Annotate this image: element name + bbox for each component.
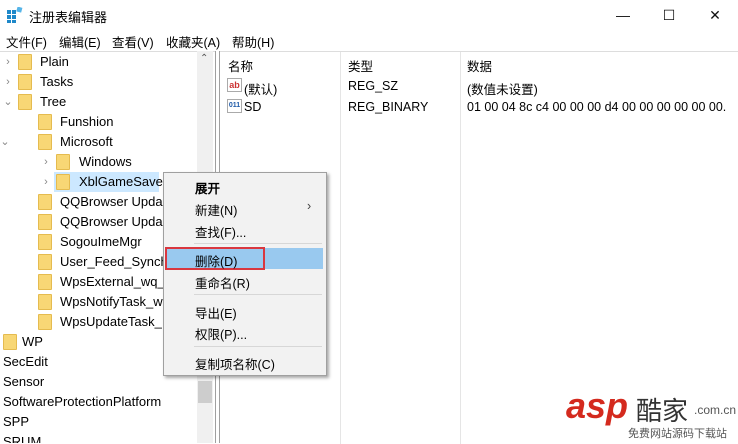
scroll-up-icon[interactable]: ⌃: [200, 53, 208, 64]
value-type: REG_SZ: [348, 79, 399, 93]
tree-node-label: WpsUpdateTask_: [60, 314, 162, 329]
maximize-button[interactable]: ☐: [646, 0, 692, 30]
menu-item-export[interactable]: 导出(E): [195, 303, 237, 322]
tree-node-label: Microsoft: [60, 134, 113, 149]
menu-separator: [194, 243, 322, 244]
folder-icon: [38, 194, 52, 210]
tree-node[interactable]: SPP: [0, 412, 197, 432]
tree-node[interactable]: › Windows: [0, 152, 197, 172]
menu-item-copy-key-name[interactable]: 复制项名称(C): [195, 354, 275, 373]
menu-separator: [194, 294, 322, 295]
tree-node-label: WpsExternal_wq_: [60, 274, 165, 289]
folder-icon: [18, 54, 32, 70]
value-data: (数值未设置): [467, 83, 538, 97]
folder-icon: [18, 94, 32, 110]
tree-node-label: SoftwareProtectionPlatform: [3, 394, 162, 409]
folder-icon: [38, 134, 52, 150]
chevron-right-icon[interactable]: ›: [41, 172, 51, 192]
tree-node[interactable]: › Tasks: [0, 72, 197, 92]
menu-file[interactable]: 文件(F): [6, 32, 47, 51]
tree-node[interactable]: SoftwareProtectionPlatform: [0, 392, 197, 412]
tree-node-label: XblGameSave: [79, 174, 163, 189]
tree-node-label: WpsNotifyTask_w: [60, 294, 163, 309]
close-button[interactable]: ✕: [692, 0, 738, 30]
menu-item-find[interactable]: 查找(F)...: [195, 222, 246, 241]
tree-node-label: QQBrowser Upda: [60, 214, 163, 229]
watermark-logo: asp 酷家 .com.cn 免费网站源码下载站: [566, 385, 737, 440]
chevron-right-icon[interactable]: ›: [41, 152, 51, 172]
tree-node-label: SRUM: [3, 434, 42, 443]
registry-editor-icon: [7, 7, 23, 23]
value-name: (默认): [244, 83, 278, 97]
tree-node-label: QQBrowser Upda: [60, 194, 163, 209]
tree-node-label: Tree: [40, 94, 67, 109]
tree-node[interactable]: › Plain: [0, 52, 197, 72]
tree-node-label: Funshion: [60, 114, 114, 129]
menu-item-new[interactable]: 新建(N): [195, 200, 237, 219]
column-header-type[interactable]: 类型: [348, 56, 373, 75]
chevron-right-icon[interactable]: ›: [3, 52, 13, 72]
chevron-right-icon[interactable]: ›: [3, 72, 13, 92]
tree-node-label: Tasks: [40, 74, 74, 89]
menu-help[interactable]: 帮助(H): [232, 32, 274, 51]
tree-node-label: SecEdit: [3, 354, 48, 369]
value-name: SD: [244, 100, 262, 114]
column-header-name[interactable]: 名称: [228, 56, 253, 75]
column-header-data[interactable]: 数据: [467, 56, 492, 75]
folder-icon: [18, 74, 32, 90]
menu-item-rename[interactable]: 重命名(R): [195, 273, 250, 292]
tree-node-label: Plain: [40, 54, 69, 69]
folder-icon: [56, 174, 70, 190]
chevron-down-icon[interactable]: ⌄: [3, 92, 13, 112]
tree-node[interactable]: Funshion: [0, 112, 197, 132]
submenu-arrow-icon: ›: [307, 199, 312, 213]
tree-node-label: SPP: [3, 414, 30, 429]
column-divider[interactable]: [340, 52, 341, 444]
tree-node[interactable]: SRUM: [0, 432, 197, 443]
scroll-thumb[interactable]: [198, 381, 212, 403]
menu-item-delete[interactable]: 删除(D): [195, 251, 237, 270]
tree-node[interactable]: › XblGameSave: [44, 172, 163, 192]
folder-icon: [3, 334, 17, 350]
folder-icon: [38, 294, 52, 310]
menu-edit[interactable]: 编辑(E): [59, 32, 101, 51]
folder-icon: [56, 154, 70, 170]
menu-separator: [194, 346, 322, 347]
column-divider[interactable]: [460, 52, 461, 444]
chevron-down-icon[interactable]: ⌄: [0, 132, 10, 152]
tree-node[interactable]: ⌄ Tree: [0, 92, 197, 112]
string-value-icon: ab: [227, 78, 242, 92]
folder-icon: [38, 214, 52, 230]
menu-bar: 文件(F) 编辑(E) 查看(V) 收藏夹(A) 帮助(H): [0, 30, 738, 50]
binary-value-icon: 011: [227, 99, 242, 113]
menu-item-expand[interactable]: 展开: [195, 178, 220, 197]
minimize-button[interactable]: —: [600, 0, 646, 30]
tree-node-label: SogouImeMgr: [60, 234, 142, 249]
menu-view[interactable]: 查看(V): [112, 32, 154, 51]
folder-icon: [38, 234, 52, 250]
tree-node-label: WP: [22, 334, 43, 349]
tree-node-label: Windows: [79, 154, 132, 169]
folder-icon: [38, 274, 52, 290]
value-data: 01 00 04 8c c4 00 00 00 d4 00 00 00 00 0…: [467, 100, 727, 114]
tree-node-label: Sensor: [3, 374, 45, 389]
menu-item-permissions[interactable]: 权限(P)...: [195, 324, 247, 343]
tree-node-label: User_Feed_Synch: [60, 254, 168, 269]
folder-icon: [38, 314, 52, 330]
context-menu: 展开 新建(N) › 查找(F)... 删除(D) 重命名(R) 导出(E) 权…: [163, 172, 327, 376]
folder-icon: [38, 254, 52, 270]
window-title: 注册表编辑器: [29, 10, 108, 25]
tree-node[interactable]: ⌄ Microsoft: [0, 132, 197, 152]
title-bar: 注册表编辑器 — ☐ ✕: [0, 0, 738, 30]
folder-icon: [38, 114, 52, 130]
value-type: REG_BINARY: [348, 100, 429, 114]
menu-favorites[interactable]: 收藏夹(A): [166, 32, 220, 51]
